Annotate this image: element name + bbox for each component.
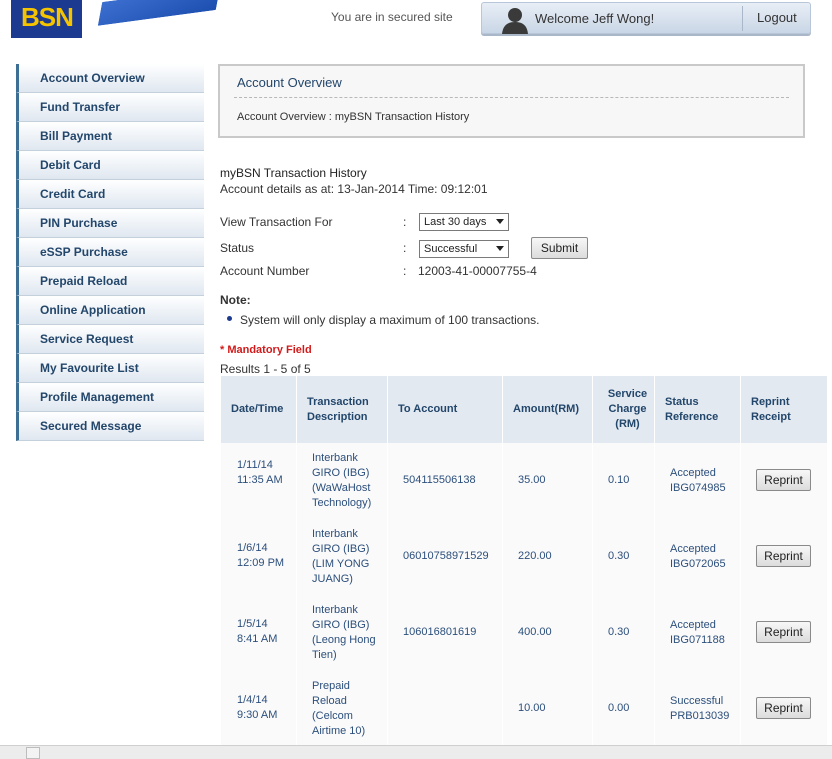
row-1-status: Accepted IBG074985 [670,467,726,494]
welcome-bar: Welcome Jeff Wong! Logout [481,2,811,34]
colon: : [403,241,407,255]
account-number-value: 12003-41-00007755-4 [418,264,537,278]
account-details-text: Account details as at: 13-Jan-2014 Time:… [220,182,488,196]
row-4-description: Prepaid Reload (Celcom Airtime 10) [312,680,366,737]
breadcrumb: Account Overview : myBSN Transaction His… [237,111,470,123]
view-transaction-value: Last 30 days [424,216,487,228]
mandatory-field-text: * Mandatory Field [220,344,312,356]
column-separator [592,376,593,748]
logo-text: BSN [21,2,74,32]
row-2-status: Accepted IBG072065 [670,543,726,570]
logout-button[interactable]: Logout [757,10,797,25]
card-graphic [95,0,223,29]
colon: : [403,215,407,229]
column-header-description: Transaction Description [297,376,387,443]
row-3-to-account: 106016801619 [403,626,477,638]
results-count: Results 1 - 5 of 5 [220,362,311,376]
row-2-to-account: 06010758971529 [403,550,489,562]
row-1-description: Interbank GIRO (IBG) (WaWaHost Technolog… [312,452,372,509]
column-separator [740,376,741,748]
column-header-service-charge: Service Charge (RM) [593,376,654,443]
bar-divider [742,6,743,31]
column-separator [296,376,297,748]
sidebar-item-pin-purchase[interactable]: PIN Purchase [16,209,204,238]
view-transaction-label: View Transaction For [220,215,333,229]
note-text: System will only display a maximum of 10… [240,313,540,327]
column-header-to-account: To Account [388,376,502,443]
row-2-date: 1/6/14 12:09 PM [237,542,285,569]
row-4-service-charge: 0.00 [608,702,630,714]
account-number-label: Account Number [220,264,310,278]
row-2-amount: 220.00 [518,550,552,562]
sidebar-item-bill-payment[interactable]: Bill Payment [16,122,204,151]
sidebar-item-service-request[interactable]: Service Request [16,325,204,354]
welcome-text: Welcome Jeff Wong! [535,11,655,26]
reprint-button[interactable]: Reprint [756,697,811,719]
sidebar-item-prepaid-reload[interactable]: Prepaid Reload [16,267,204,296]
chevron-down-icon [496,219,504,224]
column-separator [502,376,503,748]
secured-site-text: You are in secured site [331,10,453,24]
bullet-icon [227,316,232,321]
section-title: Account Overview [237,75,342,90]
header: BSN You are in secured site Welcome Jeff… [0,0,832,44]
breadcrumb-panel: Account Overview Account Overview : myBS… [218,64,805,138]
row-3-status: Accepted IBG071188 [670,619,725,646]
row-4-status: Successful PRB013039 [670,695,730,722]
row-1-amount: 35.00 [518,474,546,486]
row-3-service-charge: 0.30 [608,626,630,638]
page-title: myBSN Transaction History [220,166,367,180]
row-1-service-charge: 0.10 [608,474,630,486]
sidebar-item-fund-transfer[interactable]: Fund Transfer [16,93,204,122]
transaction-table: Date/Time Transaction Description To Acc… [221,376,827,748]
chevron-down-icon [496,246,504,251]
reprint-button[interactable]: Reprint [756,469,811,491]
status-select[interactable]: Successful [419,240,509,258]
sidebar-item-secured-message[interactable]: Secured Message [16,412,204,441]
colon: : [403,264,407,278]
row-1-to-account: 504115506138 [403,474,476,486]
status-label: Status [220,241,255,255]
column-header-amount: Amount(RM) [503,376,592,443]
row-2-service-charge: 0.30 [608,550,630,562]
dashed-divider [234,97,789,98]
scroll-left-button[interactable] [26,747,40,759]
row-3-description: Interbank GIRO (IBG) (Leong Hong Tien) [312,604,376,661]
status-value: Successful [424,243,478,255]
column-header-status: Status Reference [655,376,740,443]
sidebar-nav: Account Overview Fund Transfer Bill Paym… [16,64,204,441]
sidebar-item-online-application[interactable]: Online Application [16,296,204,325]
row-4-amount: 10.00 [518,702,546,714]
user-silhouette-icon [502,8,528,34]
sidebar-item-credit-card[interactable]: Credit Card [16,180,204,209]
view-transaction-select[interactable]: Last 30 days [419,213,509,231]
column-separator [387,376,388,748]
horizontal-scrollbar[interactable] [0,745,832,759]
note-label: Note: [220,293,251,307]
sidebar-item-account-overview[interactable]: Account Overview [16,64,204,93]
submit-button[interactable]: Submit [531,237,588,259]
row-2-description: Interbank GIRO (IBG) (LIM YONG JUANG) [312,528,370,585]
bsn-logo[interactable]: BSN [11,0,82,38]
sidebar-item-essp-purchase[interactable]: eSSP Purchase [16,238,204,267]
row-4-date: 1/4/14 9:30 AM [237,694,278,721]
row-1-date: 1/11/14 11:35 AM [237,459,283,486]
sidebar-item-profile-management[interactable]: Profile Management [16,383,204,412]
sidebar-item-debit-card[interactable]: Debit Card [16,151,204,180]
reprint-button[interactable]: Reprint [756,621,811,643]
column-header-date: Date/Time [221,376,296,443]
column-separator [654,376,655,748]
column-header-reprint: Reprint Receipt [741,376,827,443]
row-3-amount: 400.00 [518,626,552,638]
sidebar-item-my-favourite-list[interactable]: My Favourite List [16,354,204,383]
reprint-button[interactable]: Reprint [756,545,811,567]
row-3-date: 1/5/14 8:41 AM [237,618,278,645]
